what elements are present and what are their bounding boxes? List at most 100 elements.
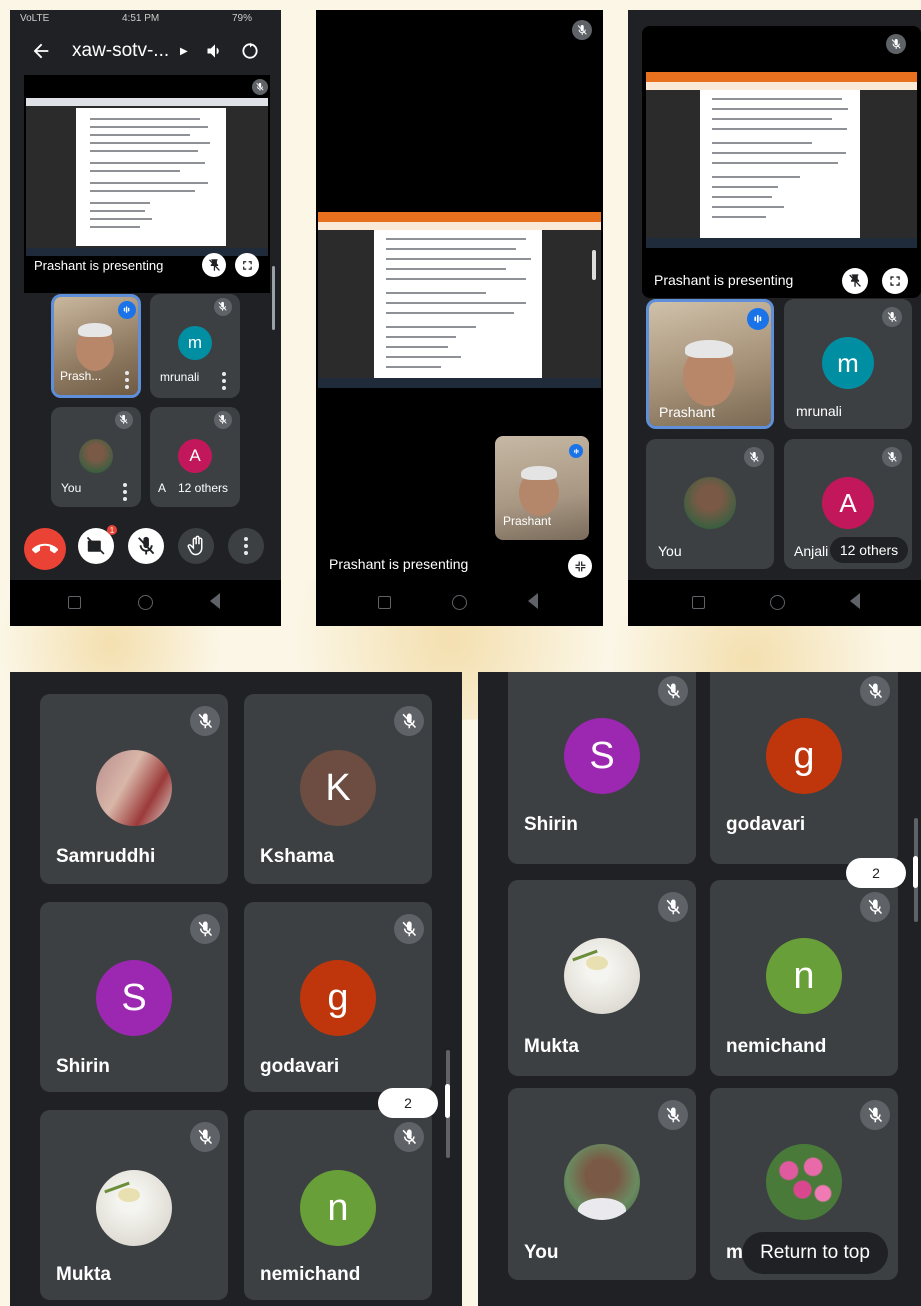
doc-text-line — [90, 182, 208, 184]
more-options-button[interactable] — [228, 528, 264, 564]
participant-tile[interactable]: Prash... — [51, 294, 141, 398]
mic-off-icon — [394, 1122, 424, 1152]
participant-tile[interactable]: S Shirin — [508, 672, 696, 864]
chevron-right-icon: ▶ — [180, 46, 188, 57]
participant-name: Prashant — [659, 404, 716, 420]
home-icon[interactable] — [770, 595, 785, 610]
others-count[interactable]: 12 others — [170, 477, 236, 499]
doc-text-line — [386, 248, 516, 250]
doc-text-line — [712, 176, 800, 178]
participant-tile[interactable]: You — [51, 407, 141, 507]
participant-tile[interactable]: m mrunali — [150, 294, 240, 398]
presenting-label: Prashant is presenting — [34, 258, 164, 273]
mic-off-icon — [214, 298, 232, 316]
avatar-photo — [79, 439, 113, 473]
home-icon[interactable] — [138, 595, 153, 610]
participant-tile[interactable]: g godavari — [244, 902, 432, 1092]
phone-screen-2: Prashant Prashant is presenting — [316, 10, 603, 626]
switch-camera-icon[interactable] — [240, 41, 260, 61]
hair — [78, 323, 112, 337]
back-icon[interactable] — [528, 593, 538, 609]
mic-off-icon — [658, 676, 688, 706]
doc-text-line — [712, 142, 812, 144]
recents-icon[interactable] — [378, 596, 391, 609]
participant-tile[interactable]: S Shirin — [40, 902, 228, 1092]
avatar-photo — [96, 750, 172, 826]
participant-tile[interactable]: A Anjali 12 others — [784, 439, 912, 569]
doc-text-line — [90, 150, 198, 152]
participant-tile[interactable]: You — [508, 1088, 696, 1280]
participant-tile[interactable]: n nemichand — [710, 880, 898, 1076]
speaker-icon[interactable] — [205, 41, 225, 61]
more-options-icon[interactable] — [222, 372, 226, 390]
mic-off-icon — [115, 411, 133, 429]
doc-text-line — [90, 118, 200, 120]
participant-tile[interactable]: A A 12 others — [150, 407, 240, 507]
doc-text-line — [386, 326, 476, 328]
mic-off-icon — [886, 34, 906, 54]
browser-tabs — [646, 72, 917, 82]
scrollbar[interactable] — [913, 856, 918, 888]
mic-off-icon — [394, 914, 424, 944]
presenting-label: Prashant is presenting — [654, 272, 794, 288]
fullscreen-icon[interactable] — [882, 268, 908, 294]
participant-tile[interactable]: Mukta — [508, 880, 696, 1076]
avatar-photo — [564, 938, 640, 1014]
mic-off-icon — [252, 79, 268, 95]
participant-tile[interactable]: n nemichand — [244, 1110, 432, 1300]
mic-off-icon — [394, 706, 424, 736]
avatar-initial: m — [822, 337, 874, 389]
home-icon[interactable] — [452, 595, 467, 610]
participant-tile[interactable]: K Kshama — [244, 694, 432, 884]
status-bar: VoLTE 4:51 PM 79% — [10, 10, 281, 30]
return-to-top-button[interactable]: Return to top — [742, 1232, 888, 1274]
participant-tile[interactable]: Samruddhi — [40, 694, 228, 884]
doc-text-line — [90, 202, 150, 204]
mic-off-button[interactable] — [128, 528, 164, 564]
avatar-initial: m — [178, 326, 212, 360]
participant-name: nemichand — [726, 1036, 827, 1057]
scrollbar[interactable] — [592, 250, 596, 280]
doc-text-line — [712, 196, 772, 198]
recents-icon[interactable] — [692, 596, 705, 609]
participant-tile[interactable]: Prashant — [646, 299, 774, 429]
participant-tile[interactable]: g godavari — [710, 672, 898, 864]
participant-tile[interactable]: Mukta — [40, 1110, 228, 1300]
taskbar — [646, 238, 917, 248]
scrollbar[interactable] — [272, 266, 275, 330]
doc-text-line — [90, 218, 152, 220]
unpin-icon[interactable] — [842, 268, 868, 294]
more-options-icon[interactable] — [123, 483, 127, 501]
meeting-code[interactable]: xaw-sotv-... — [72, 40, 169, 62]
participant-tile[interactable]: m mrunali — [784, 299, 912, 429]
end-call-button[interactable] — [24, 528, 66, 570]
participant-tile[interactable]: You — [646, 439, 774, 569]
avatar-photo — [564, 1144, 640, 1220]
doc-text-line — [386, 312, 514, 314]
scrollbar[interactable] — [445, 1084, 450, 1118]
fullscreen-icon[interactable] — [235, 253, 259, 277]
presenting-label: Prashant is presenting — [329, 556, 469, 572]
exit-fullscreen-icon[interactable] — [568, 554, 592, 578]
mic-off-icon — [658, 1100, 688, 1130]
self-view-pip[interactable]: Prashant — [495, 436, 589, 540]
participant-name: Anjali — [794, 543, 829, 559]
back-icon[interactable] — [210, 593, 220, 609]
doc-text-line — [386, 356, 461, 358]
back-arrow-icon[interactable] — [30, 40, 52, 62]
page-indicator: 2 — [378, 1088, 438, 1118]
participant-name: Prashant — [503, 514, 552, 528]
android-nav-bar — [10, 580, 281, 626]
unpin-icon[interactable] — [202, 253, 226, 277]
back-icon[interactable] — [850, 593, 860, 609]
address-bar — [646, 82, 917, 90]
doc-text-line — [712, 186, 778, 188]
doc-text-line — [90, 226, 140, 228]
recents-icon[interactable] — [68, 596, 81, 609]
raise-hand-button[interactable] — [178, 528, 214, 564]
doc-text-line — [712, 206, 784, 208]
more-options-icon[interactable] — [125, 371, 129, 389]
phone-screen-1: VoLTE 4:51 PM 79% xaw-sotv-... ▶ Prashan… — [10, 10, 281, 626]
others-count[interactable]: 12 others — [830, 537, 908, 563]
speaking-indicator-icon — [569, 444, 583, 458]
